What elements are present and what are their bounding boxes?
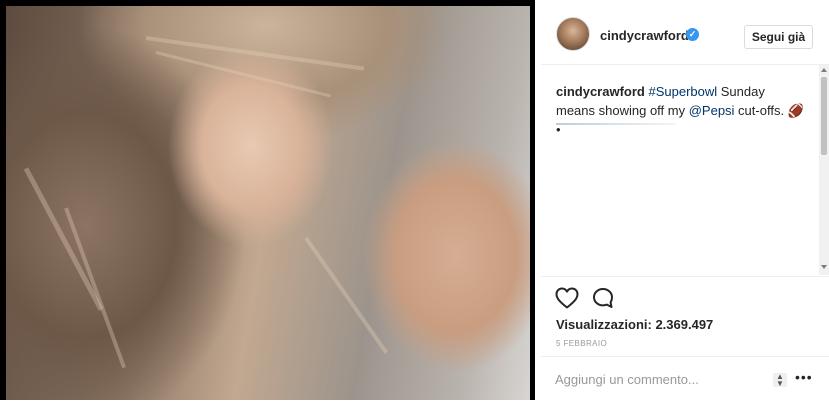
sort-arrows-icon[interactable]: ▲ ▼ (773, 373, 787, 388)
post-header: cindycrawford ✓ Segui già (541, 8, 829, 65)
post-date[interactable]: 5 FEBBRAIO (556, 339, 607, 348)
mention-link[interactable]: @Pepsi (689, 103, 735, 118)
hair-highlight (23, 167, 104, 311)
caption-username-link[interactable]: cindycrawford (556, 84, 645, 99)
scroll-thumb[interactable] (821, 77, 827, 155)
caption: cindycrawford #Superbowl Sunday means sh… (556, 82, 806, 139)
verified-badge-icon: ✓ (686, 28, 699, 41)
comment-bar: ▲▼ ••• (541, 356, 829, 402)
follow-button[interactable]: Segui già (744, 25, 813, 49)
hair-highlight (64, 207, 127, 369)
comment-input[interactable] (555, 367, 755, 391)
heart-icon[interactable] (555, 287, 579, 309)
video-frame[interactable] (6, 6, 530, 400)
hair-highlight (304, 236, 388, 354)
instagram-post: cindycrawford ✓ Segui già cindycrawford … (0, 0, 829, 400)
faded-comment-line (556, 123, 676, 125)
avatar[interactable] (556, 17, 590, 51)
caption-text: cut-offs. (734, 103, 788, 118)
view-count: Visualizzazioni: 2.369.497 (556, 317, 714, 332)
speech-bubble-icon[interactable] (592, 287, 614, 309)
scroll-down-arrow-icon[interactable] (821, 265, 827, 269)
username-link[interactable]: cindycrawford (600, 28, 689, 43)
more-options-icon[interactable]: ••• (795, 369, 813, 385)
caption-scrollbar[interactable] (819, 65, 829, 275)
caption-area: cindycrawford #Superbowl Sunday means sh… (541, 65, 819, 275)
hashtag-link[interactable]: #Superbowl (648, 84, 717, 99)
post-actions: Visualizzazioni: 2.369.497 5 FEBBRAIO ▲▼… (541, 276, 829, 401)
scroll-up-arrow-icon[interactable] (821, 68, 827, 72)
post-media[interactable] (0, 0, 535, 400)
hair-highlight (145, 36, 365, 71)
